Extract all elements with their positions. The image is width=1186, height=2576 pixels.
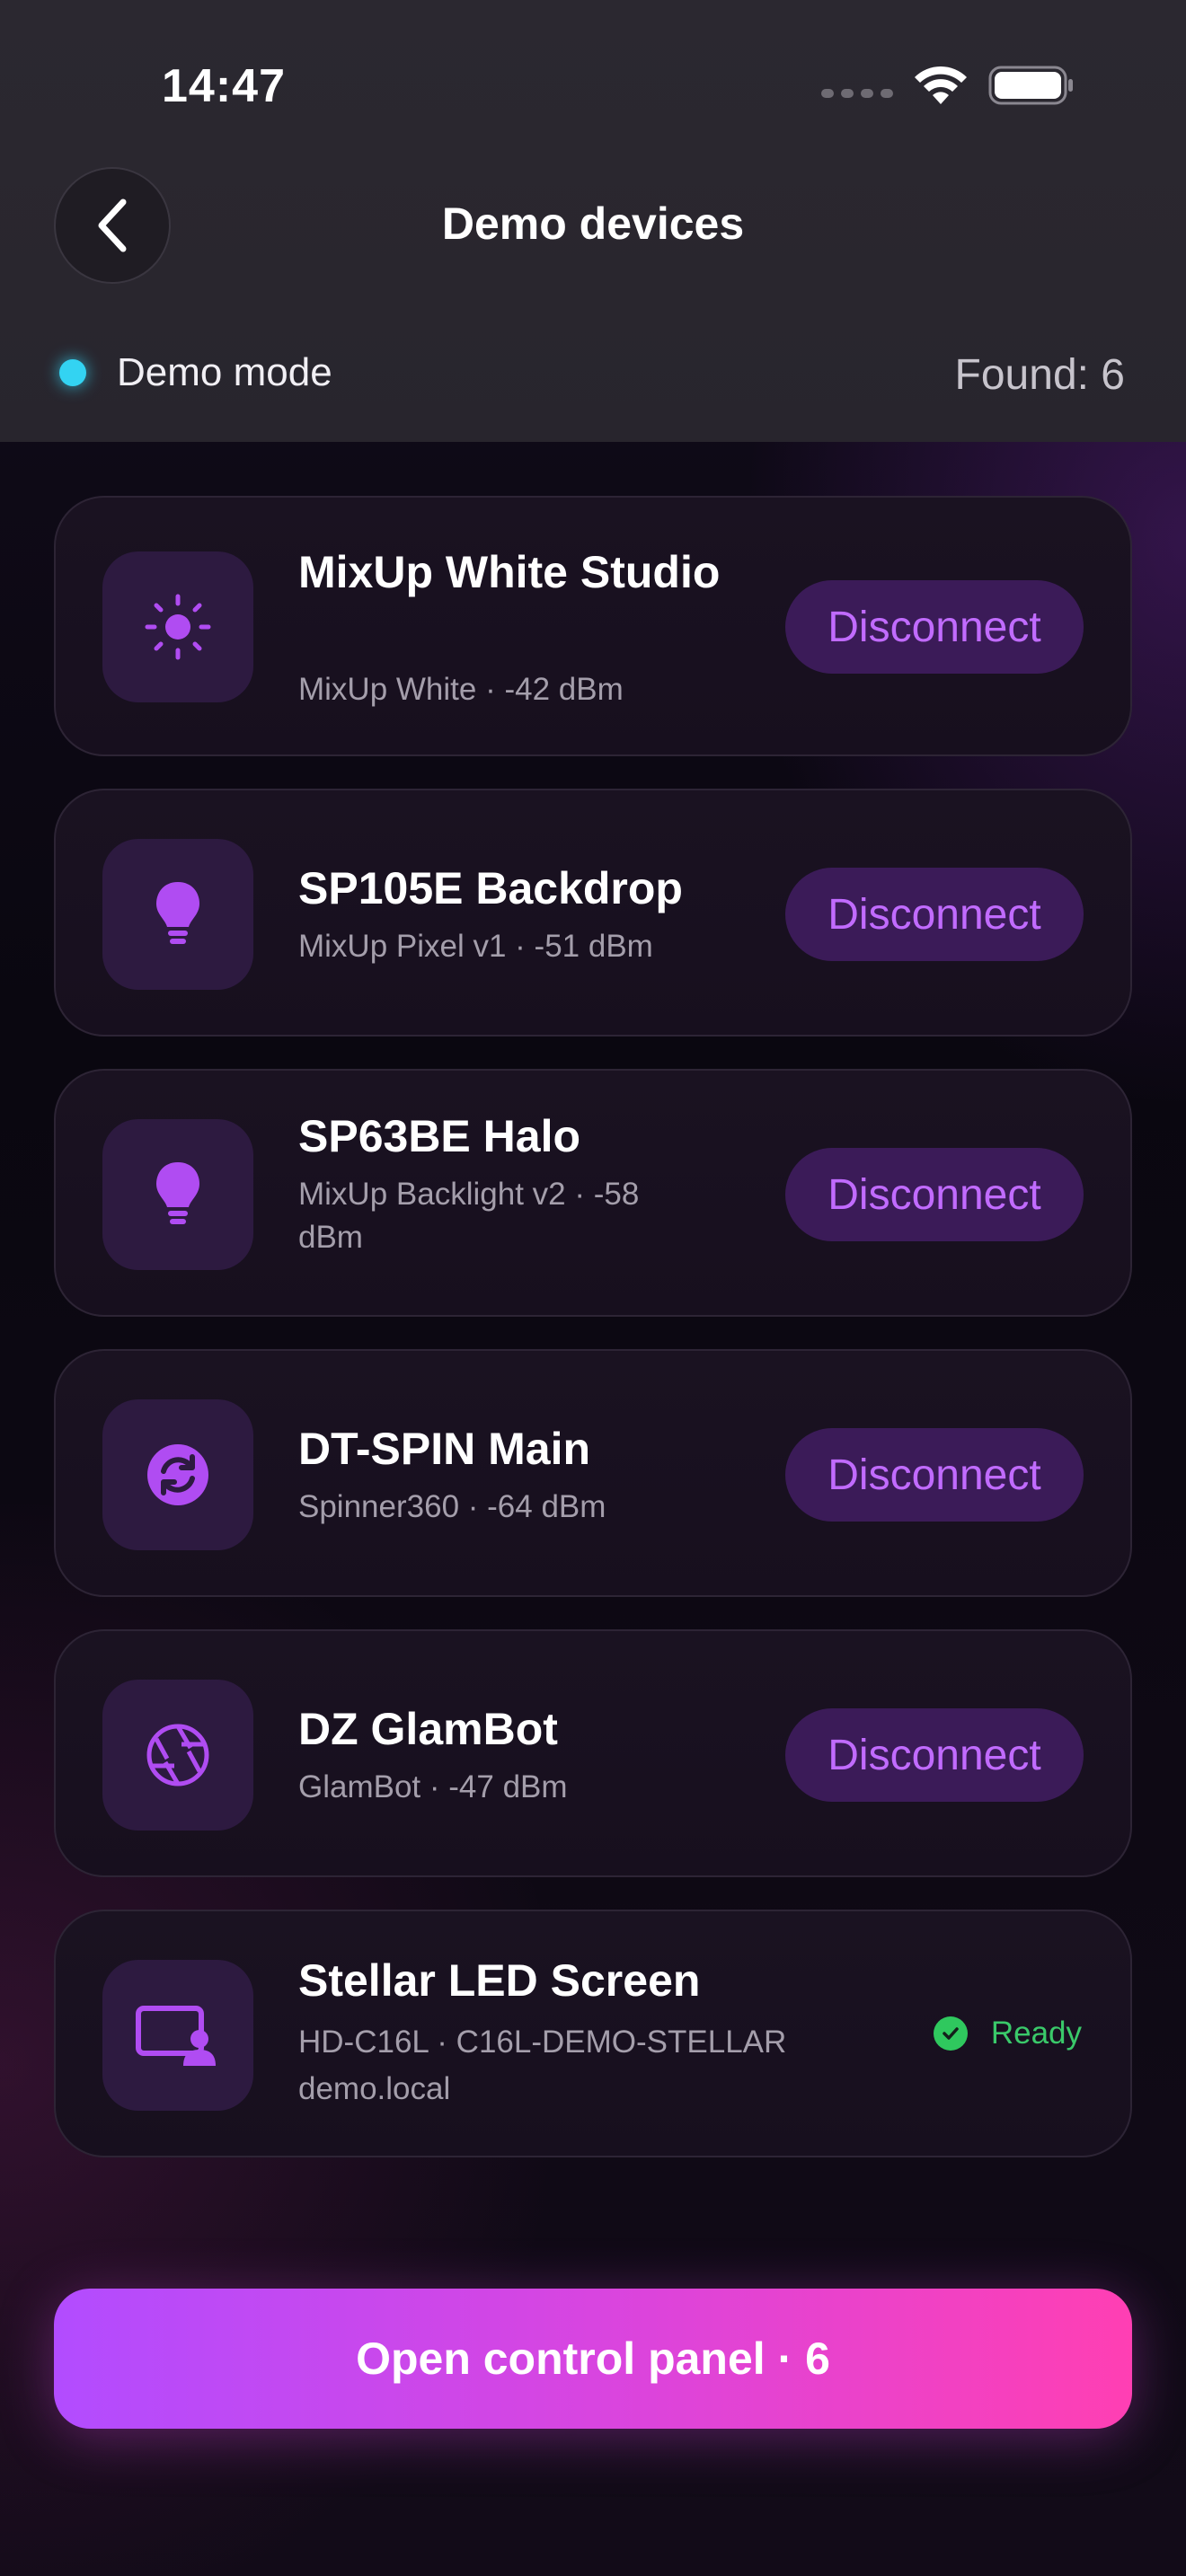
disconnect-button[interactable]: Disconnect <box>785 1148 1084 1241</box>
device-card[interactable]: DT-SPIN Main Spinner360 · -64 dBm Discon… <box>54 1349 1132 1597</box>
screen: 14:47 Demo devices Demo mode Found: 6 Mi… <box>0 0 1186 2576</box>
screen-user-icon <box>136 2006 216 2066</box>
device-detail: MixUp Backlight v2 · -58 dBm <box>298 1177 640 1255</box>
ready-status: Ready <box>933 2016 1082 2051</box>
lightbulb-icon <box>156 882 199 944</box>
status-time: 14:47 <box>162 60 286 112</box>
found-count: Found: 6 <box>954 351 1125 399</box>
device-name: SP63BE Halo <box>298 1111 581 1161</box>
device-icon-tile <box>102 1960 253 2111</box>
device-detail: Spinner360 · -64 dBm <box>298 1489 606 1524</box>
lightbulb-icon <box>156 1162 199 1224</box>
wifi-icon <box>915 66 967 104</box>
device-detail: GlamBot · -47 dBm <box>298 1769 568 1804</box>
disconnect-button[interactable]: Disconnect <box>785 580 1084 674</box>
disconnect-button[interactable]: Disconnect <box>785 868 1084 961</box>
demo-mode-indicator: Demo mode <box>59 350 332 395</box>
device-icon-tile <box>102 1680 253 1831</box>
rotate-icon <box>147 1444 208 1505</box>
device-icon-tile <box>102 1119 253 1270</box>
aperture-icon <box>146 1724 209 1786</box>
device-icon-tile <box>102 1399 253 1550</box>
open-control-panel-button[interactable]: Open control panel · 6 <box>54 2289 1132 2429</box>
mode-status-dot <box>59 359 86 386</box>
device-name: DT-SPIN Main <box>298 1424 591 1474</box>
device-detail: HD-C16L · C16L-DEMO-STELLAR <box>298 2025 787 2060</box>
device-card[interactable]: DZ GlamBot GlamBot · -47 dBm Disconnect <box>54 1629 1132 1877</box>
device-card[interactable]: SP63BE Halo MixUp Backlight v2 · -58 dBm… <box>54 1069 1132 1317</box>
header: 14:47 Demo devices Demo mode Found: 6 <box>0 0 1186 442</box>
device-card[interactable]: MixUp White Studio MixUp White · -42 dBm… <box>54 496 1132 756</box>
page-title: Demo devices <box>441 198 745 249</box>
device-name: MixUp White Studio <box>298 547 721 597</box>
device-card[interactable]: Stellar LED Screen HD-C16L · C16L-DEMO-S… <box>54 1910 1132 2157</box>
device-card[interactable]: SP105E Backdrop MixUp Pixel v1 · -51 dBm… <box>54 789 1132 1037</box>
mode-label: Demo mode <box>117 350 332 394</box>
battery-icon <box>988 66 1073 105</box>
device-icon-tile <box>102 551 253 702</box>
device-name: DZ GlamBot <box>298 1704 558 1754</box>
device-detail: MixUp White · -42 dBm <box>298 672 624 707</box>
cellular-signal-icon <box>821 89 893 98</box>
device-address: demo.local <box>298 2071 451 2106</box>
disconnect-button[interactable]: Disconnect <box>785 1428 1084 1522</box>
sun-icon <box>145 594 211 660</box>
status-icons <box>821 63 1075 108</box>
device-name: Stellar LED Screen <box>298 1955 701 2006</box>
checkmark-icon <box>933 2016 968 2051</box>
device-detail: MixUp Pixel v1 · -51 dBm <box>298 929 653 964</box>
device-name: SP105E Backdrop <box>298 863 683 913</box>
device-icon-tile <box>102 839 253 990</box>
ready-label: Ready <box>990 2016 1082 2051</box>
disconnect-button[interactable]: Disconnect <box>785 1708 1084 1802</box>
